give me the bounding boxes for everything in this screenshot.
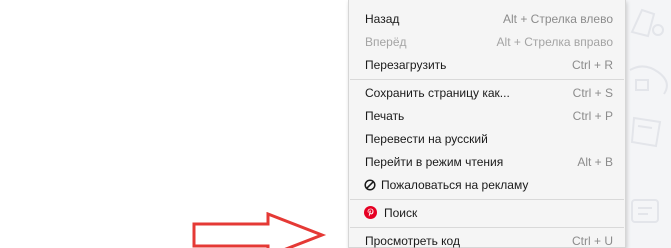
menu-item-forward: Вперёд Alt + Стрелка вправо bbox=[349, 31, 625, 53]
block-icon bbox=[364, 179, 376, 191]
menu-item-view-source[interactable]: Просмотреть код Ctrl + U bbox=[349, 230, 625, 248]
menu-item-label: Вперёд bbox=[365, 35, 407, 49]
menu-item-label: Поиск bbox=[384, 206, 418, 220]
menu-item-label: Печать bbox=[365, 109, 405, 123]
menu-separator bbox=[350, 79, 624, 80]
menu-item-shortcut: Ctrl + P bbox=[572, 109, 613, 123]
menu-item-label: Просмотреть код bbox=[365, 234, 460, 248]
menu-item-pinterest-search[interactable]: Поиск bbox=[349, 202, 625, 224]
menu-item-print[interactable]: Печать Ctrl + P bbox=[349, 105, 625, 127]
menu-item-label: Перезагрузить bbox=[365, 58, 447, 72]
menu-separator bbox=[350, 199, 624, 200]
menu-item-save-page-as[interactable]: Сохранить страницу как... Ctrl + S bbox=[349, 82, 625, 104]
page: Назад Alt + Стрелка влево Вперёд Alt + С… bbox=[0, 0, 671, 248]
menu-item-shortcut: Ctrl + U bbox=[571, 234, 613, 248]
menu-item-label: Назад bbox=[365, 12, 400, 26]
menu-item-label: Перейти в режим чтения bbox=[365, 155, 504, 169]
background-doodle-icon bbox=[631, 199, 659, 223]
menu-item-shortcut: Alt + Стрелка влево bbox=[502, 12, 613, 26]
menu-item-translate[interactable]: Перевести на русский bbox=[349, 128, 625, 150]
menu-item-label: Пожаловаться на рекламу bbox=[381, 178, 529, 192]
background-doodle-icon bbox=[630, 116, 662, 148]
pointer-arrow-icon bbox=[192, 212, 327, 248]
menu-item-label: Перевести на русский bbox=[365, 132, 488, 146]
menu-item-report-ad[interactable]: Пожаловаться на рекламу bbox=[349, 174, 625, 196]
menu-item-reader-mode[interactable]: Перейти в режим чтения Alt + B bbox=[349, 151, 625, 173]
menu-item-shortcut: Alt + B bbox=[577, 155, 613, 169]
context-menu: Назад Alt + Стрелка влево Вперёд Alt + С… bbox=[348, 0, 626, 248]
menu-item-back[interactable]: Назад Alt + Стрелка влево bbox=[349, 8, 625, 30]
menu-item-shortcut: Ctrl + S bbox=[572, 86, 613, 100]
menu-item-shortcut: Alt + Стрелка вправо bbox=[496, 35, 613, 49]
menu-item-shortcut: Ctrl + R bbox=[571, 58, 613, 72]
menu-item-reload[interactable]: Перезагрузить Ctrl + R bbox=[349, 54, 625, 76]
pinterest-icon bbox=[364, 206, 377, 219]
background-doodle-icon bbox=[629, 65, 668, 95]
background-doodle-icon bbox=[630, 8, 664, 38]
menu-item-label: Сохранить страницу как... bbox=[365, 86, 510, 100]
menu-separator bbox=[350, 227, 624, 228]
